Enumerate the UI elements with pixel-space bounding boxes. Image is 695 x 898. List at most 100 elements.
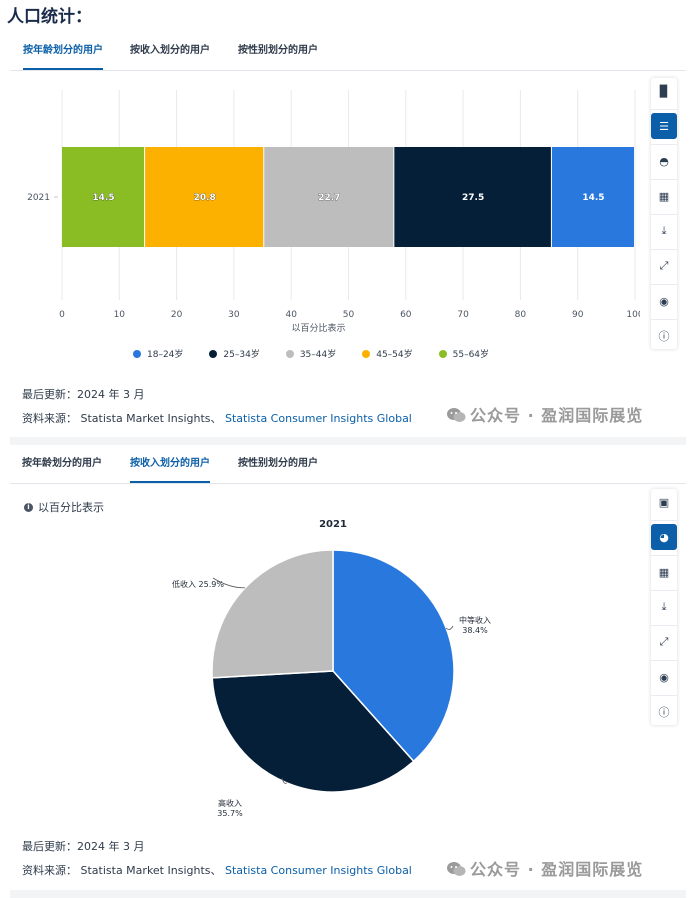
x-tick-label: 80	[515, 310, 527, 320]
tab-age[interactable]: 按年龄划分的用户	[23, 34, 103, 70]
download-icon: ⤓	[661, 600, 667, 613]
chart-legend: 18–24岁 25–34岁 35–44岁 45–54岁 55–64岁	[133, 347, 515, 360]
section-divider	[10, 437, 686, 445]
data-label: 27.5	[462, 193, 484, 203]
legend-swatch	[438, 349, 447, 358]
pie-slice	[211, 549, 334, 679]
watermark-text: 公众号 · 盈润国际展览	[470, 860, 644, 879]
toolbar-separator	[651, 104, 677, 110]
tab-income[interactable]: 按收入划分的用户	[130, 34, 210, 68]
x-tick-label: 0	[59, 310, 65, 320]
toolbar-separator	[651, 690, 677, 696]
toolbar-separator	[651, 139, 677, 145]
tab-gender[interactable]: 按性别划分的用户	[238, 34, 318, 68]
slice-label: 高收入	[218, 798, 242, 808]
x-tick-label: 30	[228, 310, 240, 320]
info-button[interactable]: ⓘ	[651, 323, 677, 349]
legend-item[interactable]: 45–54岁	[362, 347, 413, 360]
info-icon: i	[24, 502, 33, 512]
data-label: 22.7	[318, 193, 340, 203]
toolbar-separator	[651, 585, 677, 591]
label-connector	[445, 625, 454, 630]
legend-item[interactable]: 25–34岁	[209, 347, 260, 360]
legend-swatch	[133, 349, 141, 358]
stacked-bar-chart: 0 10 20 30 40 50 60 70 80 90 100 以百分比表示 2021 14.5 20.8…	[27, 90, 640, 334]
hide-button[interactable]: ◉	[651, 288, 677, 314]
x-tick-label: 100	[626, 310, 640, 320]
legend-label: 25–34岁	[223, 350, 260, 360]
tab-gender[interactable]: 按性别划分的用户	[238, 447, 318, 481]
download-button[interactable]: ⤓	[651, 594, 677, 620]
pie-chart-button[interactable]: ◕	[651, 524, 677, 550]
bar-chart-horizontal-icon: ☰	[659, 119, 669, 133]
table-button[interactable]: ▦	[651, 559, 677, 585]
slice-value: 38.4%	[462, 626, 488, 635]
percentage-note: i 以百分比表示	[24, 499, 104, 515]
source-link[interactable]: Statista Consumer Insights Global	[225, 412, 412, 425]
expand-button[interactable]: ⤢	[651, 253, 677, 279]
expand-button[interactable]: ⤢	[651, 629, 677, 655]
page-title: 人口统计：	[7, 7, 92, 27]
source-plain: Statista Market Insights、	[80, 412, 222, 425]
data-label: 14.5	[92, 193, 114, 203]
legend-swatch	[209, 349, 218, 358]
data-label: 14.5	[582, 193, 604, 203]
toolbar-separator	[651, 550, 677, 556]
toolbar-separator	[651, 314, 677, 320]
x-tick-label: 50	[343, 310, 355, 320]
legend-item[interactable]: 55–64岁	[438, 347, 490, 360]
source-link[interactable]: Statista Consumer Insights Global	[225, 864, 412, 877]
toolbar-separator	[651, 209, 677, 215]
grid-icon: ▣	[658, 495, 670, 509]
watermark-2: 公众号 · 盈润国际展览	[446, 856, 643, 880]
legend-label: 35–44岁	[299, 350, 337, 360]
pie-chart-icon: ◕	[659, 530, 669, 544]
watermark-text: 公众号 · 盈润国际展览	[470, 406, 644, 425]
pie-chart: 2021 中等收入38.4% 高收入35.7% 低收入 25.9%	[172, 519, 491, 818]
chart-toolbar: ▐▍ ☰ ◓ ▦ ⤓ ⤢ ◉ ⓘ	[651, 78, 677, 349]
tab-bar: 按年龄划分的用户 按收入划分的用户 按性别划分的用户	[10, 34, 686, 71]
legend-swatch	[285, 349, 294, 358]
download-button[interactable]: ⤓	[651, 218, 677, 244]
grid-button[interactable]: ▣	[651, 489, 677, 515]
y-tick-label: 2021	[27, 193, 50, 203]
info-icon: ⓘ	[658, 330, 670, 343]
bar-chart-icon: ▐▍	[655, 84, 673, 98]
table-icon: ▦	[658, 189, 670, 203]
x-tick-label: 60	[400, 310, 412, 320]
info-icon: ⓘ	[658, 706, 670, 719]
toolbar-separator	[651, 244, 677, 250]
legend-label: 45–54岁	[376, 350, 413, 360]
x-tick-label: 40	[285, 310, 297, 320]
toolbar-separator	[651, 279, 677, 285]
legend-label: 18–24岁	[147, 350, 184, 360]
legend-label: 55–64岁	[452, 350, 490, 360]
last-updated-2: 最后更新：2024 年 3 月	[22, 840, 145, 853]
legend-item[interactable]: 35–44岁	[285, 347, 337, 360]
tab-age[interactable]: 按年龄划分的用户	[22, 447, 102, 481]
x-axis-label: 以百分比表示	[291, 322, 345, 334]
source-line-2: 资料来源： Statista Market Insights、 Statista…	[22, 862, 412, 878]
toolbar-separator	[651, 174, 677, 180]
wechat-icon	[446, 407, 466, 423]
gauge-button[interactable]: ◓	[651, 148, 677, 174]
watermark: 公众号 · 盈润国际展览	[446, 402, 643, 426]
bar-chart-button[interactable]: ▐▍	[651, 78, 677, 104]
x-tick-label: 90	[572, 310, 584, 320]
expand-icon: ⤢	[659, 259, 669, 272]
x-tick-label: 70	[457, 310, 469, 320]
legend-item[interactable]: 18–24岁	[133, 347, 183, 360]
table-button[interactable]: ▦	[651, 183, 677, 209]
info-button[interactable]: ⓘ	[651, 699, 677, 725]
bar-chart-horizontal-button[interactable]: ☰	[651, 113, 677, 139]
slice-value: 35.7%	[217, 809, 243, 818]
tab-income[interactable]: 按收入划分的用户	[130, 447, 210, 483]
table-icon: ▦	[658, 565, 670, 579]
toolbar-separator	[651, 620, 677, 626]
gauge-icon: ◓	[659, 154, 669, 168]
percentage-note-text: 以百分比表示	[38, 501, 104, 514]
source-prefix: 资料来源：	[22, 864, 77, 877]
legend-swatch	[362, 349, 371, 358]
tab-bar-2: 按年龄划分的用户 按收入划分的用户 按性别划分的用户	[10, 447, 686, 484]
hide-button[interactable]: ◉	[651, 664, 677, 690]
